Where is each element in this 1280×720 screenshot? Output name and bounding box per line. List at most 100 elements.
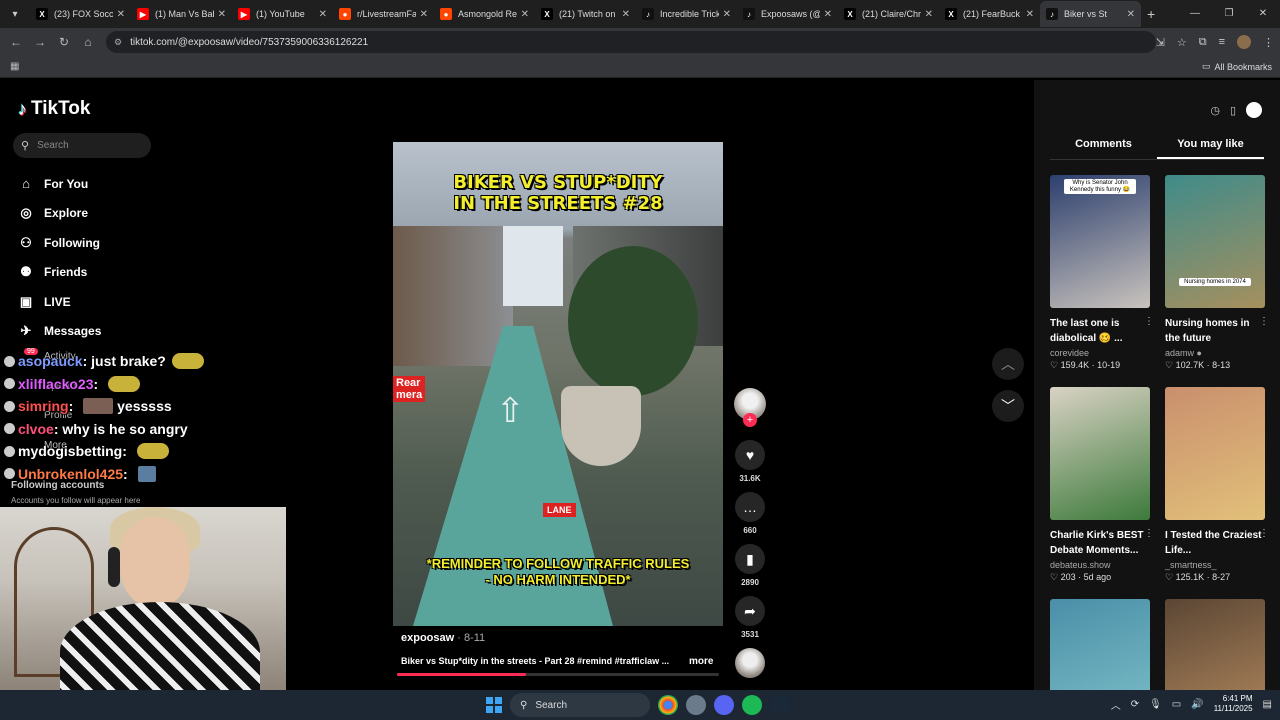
browser-tab[interactable]: ▶ (1) YouTube ✕ bbox=[232, 1, 333, 27]
video-thumbnail[interactable]: Nursing homes in 2074 bbox=[1165, 175, 1265, 308]
video-player[interactable]: ⇧ Rear mera LANE BIKER VS STUP*DITY IN T… bbox=[393, 142, 723, 626]
steam-app-icon[interactable] bbox=[770, 695, 790, 715]
windows-start-icon[interactable] bbox=[486, 697, 502, 713]
previous-video-button[interactable]: ︿ bbox=[992, 348, 1024, 380]
apps-grid-icon[interactable]: ▦ bbox=[10, 61, 19, 72]
nav-item-friends[interactable]: ⚉ Friends bbox=[16, 258, 101, 288]
browser-tab[interactable]: X (23) FOX Socce ✕ bbox=[30, 1, 131, 27]
new-tab-icon[interactable]: + bbox=[1147, 6, 1155, 22]
url-bar[interactable]: ⚙ tiktok.com/@expoosaw/video/75373590063… bbox=[106, 31, 1156, 53]
tab-search-icon[interactable]: ▾ bbox=[0, 0, 30, 28]
video-thumbnail[interactable] bbox=[1050, 387, 1150, 520]
browser-tab[interactable]: ● r/LivestreamFa ✕ bbox=[333, 1, 434, 27]
browser-tab[interactable]: ▶ (1) Man Vs Bab ✕ bbox=[131, 1, 232, 27]
follow-plus-icon[interactable]: + bbox=[743, 413, 757, 427]
minimize-icon[interactable]: — bbox=[1178, 0, 1212, 28]
nav-item-following[interactable]: ⚇ Following bbox=[16, 228, 101, 258]
theme-toggle[interactable] bbox=[1246, 102, 1262, 118]
next-video-button[interactable]: ﹀ bbox=[992, 390, 1024, 422]
card-menu-icon[interactable]: ⋮ bbox=[1144, 528, 1154, 539]
volume-icon[interactable]: 🔊 bbox=[1191, 699, 1203, 710]
discord-app-icon[interactable] bbox=[714, 695, 734, 715]
recommended-video-card[interactable]: I Tested the Craziest Life... ⋮ _smartness… bbox=[1165, 387, 1269, 583]
timer-icon[interactable]: ◷ bbox=[1210, 104, 1220, 117]
tab-close-icon[interactable]: ✕ bbox=[218, 9, 226, 20]
card-author[interactable]: _smartness_ bbox=[1165, 560, 1265, 570]
tab-close-icon[interactable]: ✕ bbox=[622, 9, 630, 20]
tiktok-logo[interactable]: ♪ TikTok bbox=[18, 98, 90, 120]
nav-item-explore[interactable]: ◎ Explore bbox=[16, 199, 101, 229]
reload-icon[interactable]: ↻ bbox=[52, 35, 76, 49]
tab-close-icon[interactable]: ✕ bbox=[1026, 9, 1034, 20]
browser-tab[interactable]: X (21) Claire/Chr ✕ bbox=[838, 1, 939, 27]
card-title[interactable]: Nursing homes in the future bbox=[1165, 316, 1265, 346]
card-menu-icon[interactable]: ⋮ bbox=[1144, 316, 1154, 327]
tab-close-icon[interactable]: ✕ bbox=[1127, 9, 1135, 20]
video-author[interactable]: expoosaw · 8-11 bbox=[401, 632, 485, 644]
tab-close-icon[interactable]: ✕ bbox=[723, 9, 731, 20]
microphone-icon[interactable]: 🎙 bbox=[1149, 699, 1162, 710]
caption-more-link[interactable]: more bbox=[689, 656, 713, 667]
site-info-icon[interactable]: ⚙ bbox=[114, 37, 122, 48]
card-menu-icon[interactable]: ⋮ bbox=[1259, 528, 1269, 539]
browser-tab[interactable]: ♪ Incredible Trick ✕ bbox=[636, 1, 737, 27]
browser-tab[interactable]: ● Asmongold Re ✕ bbox=[434, 1, 535, 27]
maximize-icon[interactable]: ❐ bbox=[1212, 0, 1246, 28]
nav-item-for-you[interactable]: ⌂ For You bbox=[16, 169, 101, 199]
extensions-icon[interactable]: ⧉ bbox=[1199, 36, 1207, 49]
media-icon[interactable]: ≡ bbox=[1219, 36, 1225, 48]
bookmark-star-icon[interactable]: ☆ bbox=[1177, 36, 1187, 49]
clock[interactable]: 6:41 PM 11/11/2025 bbox=[1214, 694, 1253, 714]
install-icon[interactable]: ⇲ bbox=[1156, 36, 1165, 49]
chrome-app-icon[interactable] bbox=[658, 695, 678, 715]
save-button[interactable]: ▮ 2890 bbox=[733, 544, 767, 587]
card-menu-icon[interactable]: ⋮ bbox=[1259, 316, 1269, 327]
card-title[interactable]: Charlie Kirk's BEST Debate Moments... bbox=[1050, 528, 1150, 558]
music-disc-avatar[interactable] bbox=[735, 648, 765, 678]
card-title[interactable]: The last one is diabolical 🥴 ... bbox=[1050, 316, 1150, 346]
browser-tab[interactable]: X (21) FearBuck ✕ bbox=[939, 1, 1040, 27]
author-name[interactable]: expoosaw bbox=[401, 632, 454, 644]
network-icon[interactable]: ▭ bbox=[1172, 699, 1181, 710]
comment-button[interactable]: … 660 bbox=[733, 492, 767, 535]
panel-tab-you-may-like[interactable]: You may like bbox=[1157, 138, 1264, 159]
tab-close-icon[interactable]: ✕ bbox=[824, 9, 832, 20]
browser-tab[interactable]: ♪ Expoosaws (@ ✕ bbox=[737, 1, 838, 27]
forward-icon[interactable]: → bbox=[28, 35, 52, 49]
profile-avatar[interactable] bbox=[1237, 35, 1251, 49]
video-thumbnail[interactable]: Why is Senator John Kennedy this funny 😂 bbox=[1050, 175, 1150, 308]
close-window-icon[interactable]: ✕ bbox=[1246, 0, 1280, 28]
like-button[interactable]: ♥ 31.6K bbox=[733, 440, 767, 483]
video-thumbnail[interactable] bbox=[1165, 387, 1265, 520]
recommended-video-card[interactable]: Charlie Kirk's BEST Debate Moments... ⋮ de… bbox=[1050, 387, 1154, 583]
browser-menu-icon[interactable]: ⋮ bbox=[1263, 36, 1274, 49]
home-button-icon[interactable]: ⌂ bbox=[76, 35, 100, 49]
tab-close-icon[interactable]: ✕ bbox=[319, 9, 327, 20]
steam-settings-icon[interactable] bbox=[686, 695, 706, 715]
panel-tab-comments[interactable]: Comments bbox=[1050, 138, 1157, 159]
all-bookmarks-button[interactable]: ▭ All Bookmarks bbox=[1202, 61, 1272, 72]
tab-close-icon[interactable]: ✕ bbox=[521, 9, 529, 20]
card-author[interactable]: adamw ● bbox=[1165, 348, 1265, 358]
search-input[interactable]: ⚲ Search bbox=[13, 133, 151, 158]
tab-close-icon[interactable]: ✕ bbox=[117, 9, 125, 20]
recommended-video-card[interactable]: Why is Senator John Kennedy this funny 😂… bbox=[1050, 175, 1154, 371]
tab-close-icon[interactable]: ✕ bbox=[420, 9, 428, 20]
notifications-icon[interactable]: ▤ bbox=[1263, 699, 1272, 710]
tab-close-icon[interactable]: ✕ bbox=[925, 9, 933, 20]
card-author[interactable]: corevidee bbox=[1050, 348, 1150, 358]
card-title[interactable]: I Tested the Craziest Life... bbox=[1165, 528, 1265, 558]
spotify-app-icon[interactable] bbox=[742, 695, 762, 715]
nav-item-live[interactable]: ▣ LIVE bbox=[16, 287, 101, 317]
browser-tab[interactable]: ♪ Biker vs St ✕ bbox=[1040, 1, 1141, 27]
tray-overflow-icon[interactable]: ︿ bbox=[1111, 697, 1121, 712]
share-button[interactable]: ➦ 3531 bbox=[733, 596, 767, 639]
video-progress-bar[interactable] bbox=[397, 673, 719, 676]
browser-tab[interactable]: X (21) Twitch on ✕ bbox=[535, 1, 636, 27]
device-icon[interactable]: ▯ bbox=[1230, 104, 1236, 117]
taskbar-search[interactable]: ⚲ Search bbox=[510, 693, 650, 717]
recommended-video-card[interactable]: Nursing homes in 2074 Nursing homes in th… bbox=[1165, 175, 1269, 371]
tray-sync-icon[interactable]: ⟳ bbox=[1131, 699, 1139, 710]
card-author[interactable]: debateus.show bbox=[1050, 560, 1150, 570]
nav-item-messages[interactable]: ✈ Messages bbox=[16, 317, 102, 347]
